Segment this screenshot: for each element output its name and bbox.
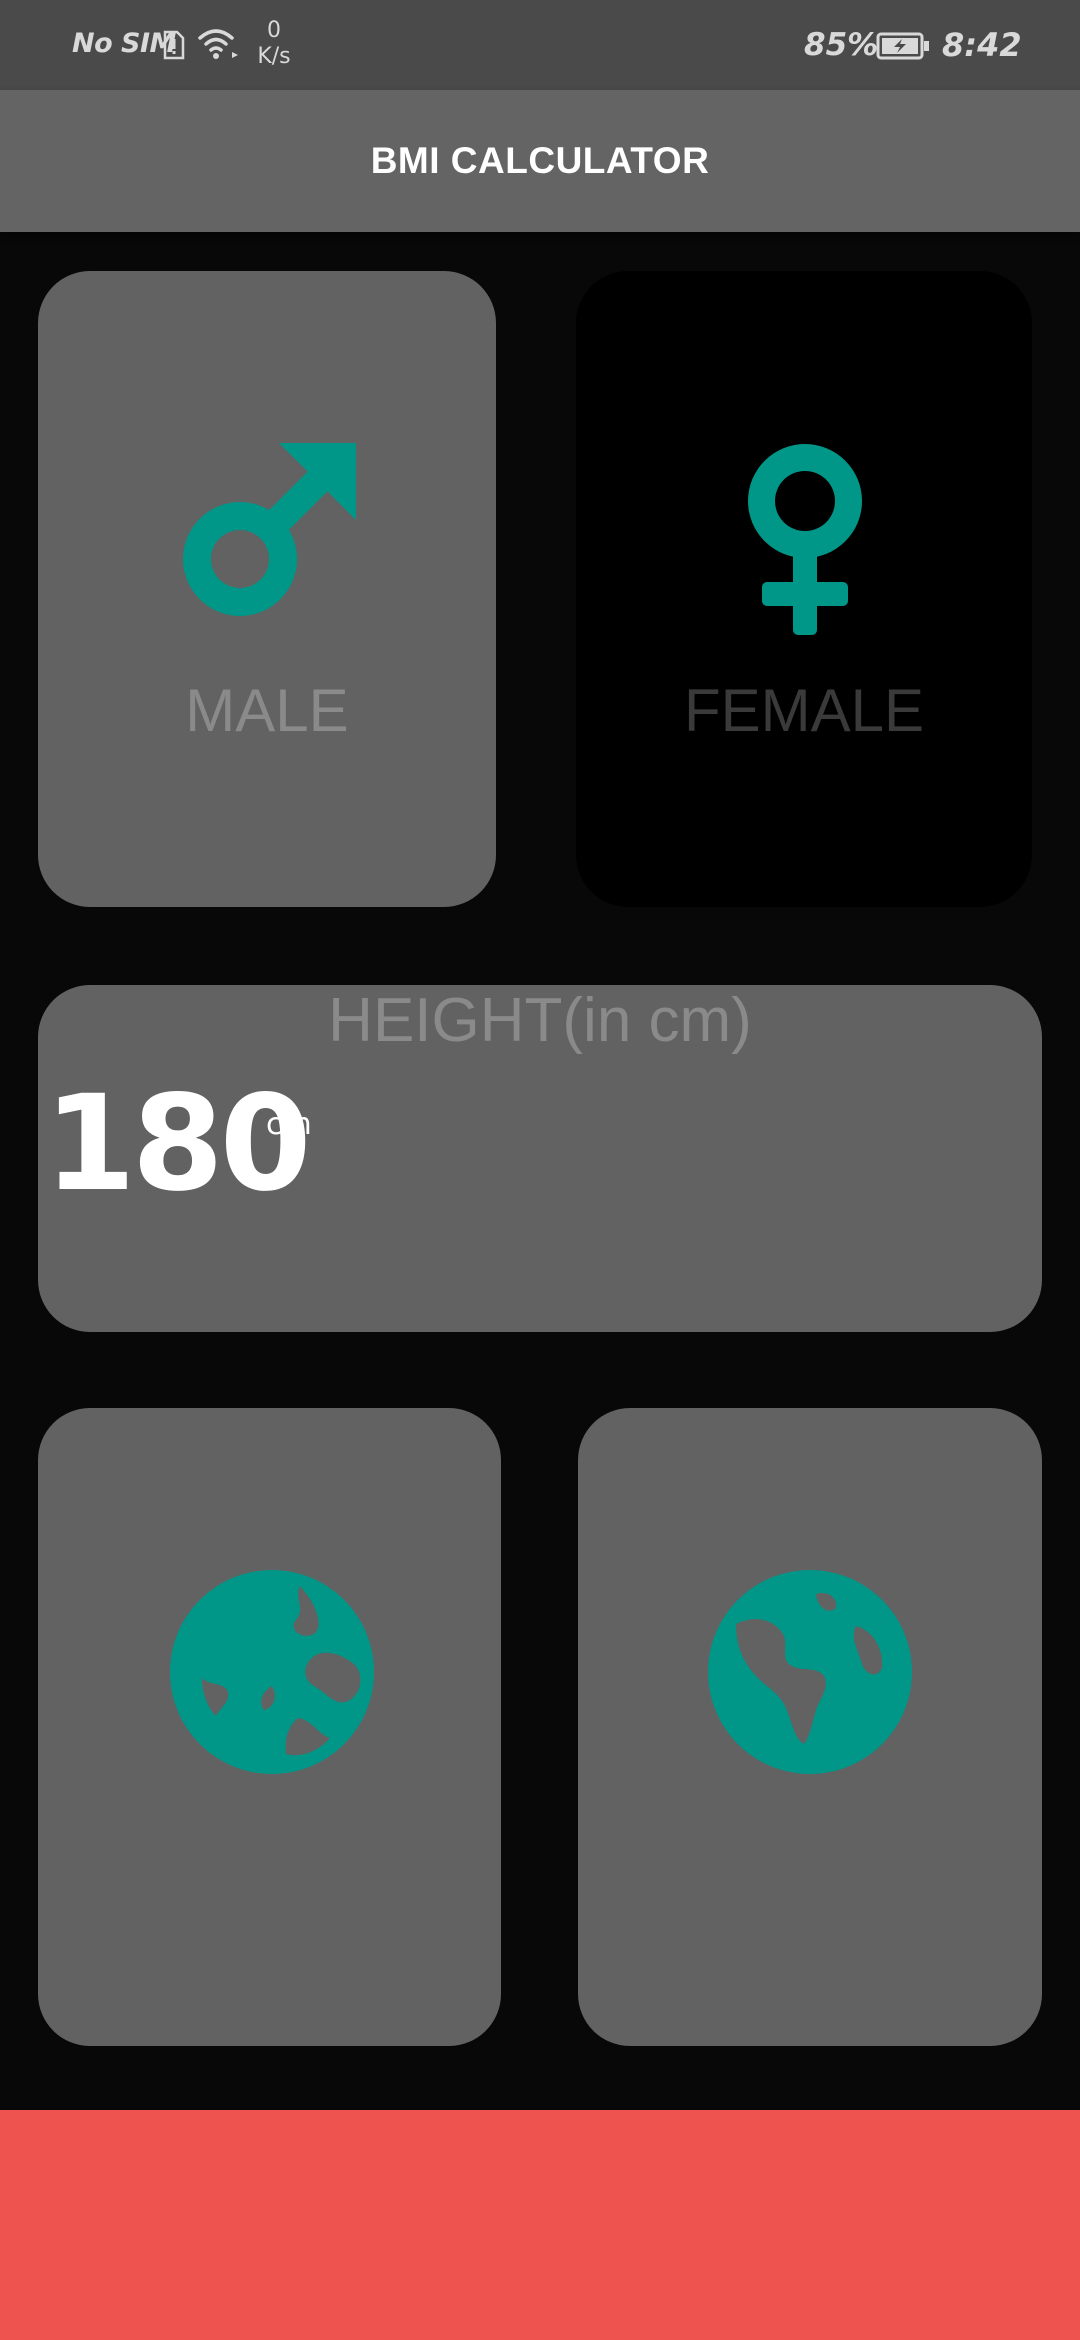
male-card[interactable]: MALE <box>38 271 496 907</box>
wifi-icon <box>196 26 240 66</box>
carrier-text: No SIM <box>72 28 176 59</box>
male-icon <box>174 439 370 639</box>
app-title: BMI CALCULATOR <box>370 140 710 181</box>
network-speed-value: 0 <box>267 18 281 43</box>
age-card[interactable] <box>578 1408 1042 2046</box>
status-bar: No SIM 0 K/s 85% 8:42 <box>0 0 1080 90</box>
network-speed: 0 K/s <box>252 18 296 70</box>
weight-card[interactable] <box>38 1408 501 2046</box>
height-label: HEIGHT(in cm) <box>328 986 752 1055</box>
battery-charging-icon <box>876 32 932 64</box>
globe-americas-icon <box>706 1568 914 1780</box>
sim-alert-icon <box>162 30 186 64</box>
height-card[interactable]: HEIGHT(in cm) 180 cm <box>38 985 1042 1332</box>
female-icon <box>730 429 880 641</box>
male-label: MALE <box>185 677 349 744</box>
globe-asia-icon <box>168 1568 376 1780</box>
app-bar: BMI CALCULATOR <box>0 90 1080 232</box>
battery-percentage: 85% <box>804 27 879 63</box>
height-unit: cm <box>266 1107 312 1142</box>
height-value: 180 <box>44 1067 312 1221</box>
calculate-button[interactable] <box>0 2110 1080 2340</box>
female-label: FEMALE <box>683 677 925 744</box>
clock: 8:42 <box>942 26 1022 64</box>
female-card[interactable]: FEMALE <box>576 271 1032 907</box>
network-speed-unit: K/s <box>257 44 291 69</box>
